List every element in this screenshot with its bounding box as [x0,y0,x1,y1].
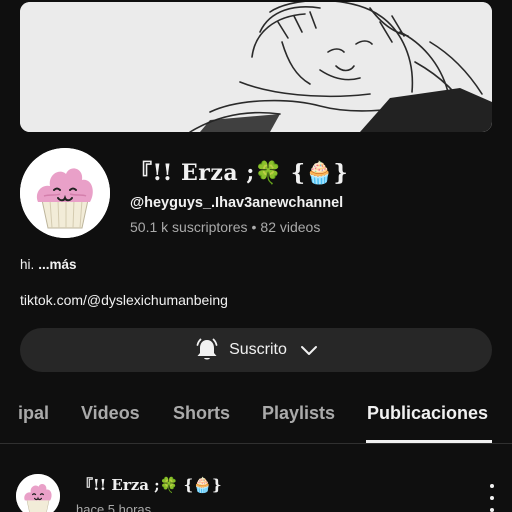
video-count: 82 videos [260,219,321,235]
subscriber-count: 50.1 k suscriptores [130,219,248,235]
menu-dot [490,496,494,500]
description-text: hi. [20,257,35,272]
subscribed-label: Suscrito [229,341,287,358]
post-author-avatar[interactable] [16,474,60,512]
subscribed-button[interactable]: Suscrito [20,328,492,372]
menu-dot [490,508,494,512]
tab-shorts[interactable]: Shorts [173,403,230,424]
channel-stats: 50.1 k suscriptores • 82 videos [130,219,320,235]
post-timestamp: hace 5 horas [76,502,152,512]
channel-banner [20,2,492,132]
chevron-down-icon [299,340,319,360]
tab-playlists[interactable]: Playlists [262,403,335,424]
channel-link[interactable]: tiktok.com/@dyslexichumanbeing [20,292,228,308]
channel-handle: @heyguys_.Ihav3anewchannel [130,195,344,211]
channel-tabs: ipal Videos Shorts Playlists Publicacion… [0,395,512,443]
more-link[interactable]: ...más [38,257,76,272]
banner-sketch-image [20,2,492,132]
menu-dot [490,484,494,488]
post-author-name[interactable]: 『!! Erza ;🍀 {🧁} [78,474,222,495]
cupcake-avatar-image [16,474,60,512]
tab-principal[interactable]: ipal [18,403,49,424]
channel-name: 『!! Erza ;🍀 {🧁} [130,160,349,186]
channel-description[interactable]: hi. ...más [20,257,77,272]
tab-videos[interactable]: Videos [81,403,140,424]
tabs-divider [0,443,512,444]
cupcake-avatar-image [20,148,110,238]
stats-separator: • [251,219,257,235]
tab-publicaciones[interactable]: Publicaciones [367,403,488,424]
more-options-icon[interactable] [482,484,502,512]
channel-avatar[interactable] [20,148,110,238]
bell-icon [193,336,221,364]
